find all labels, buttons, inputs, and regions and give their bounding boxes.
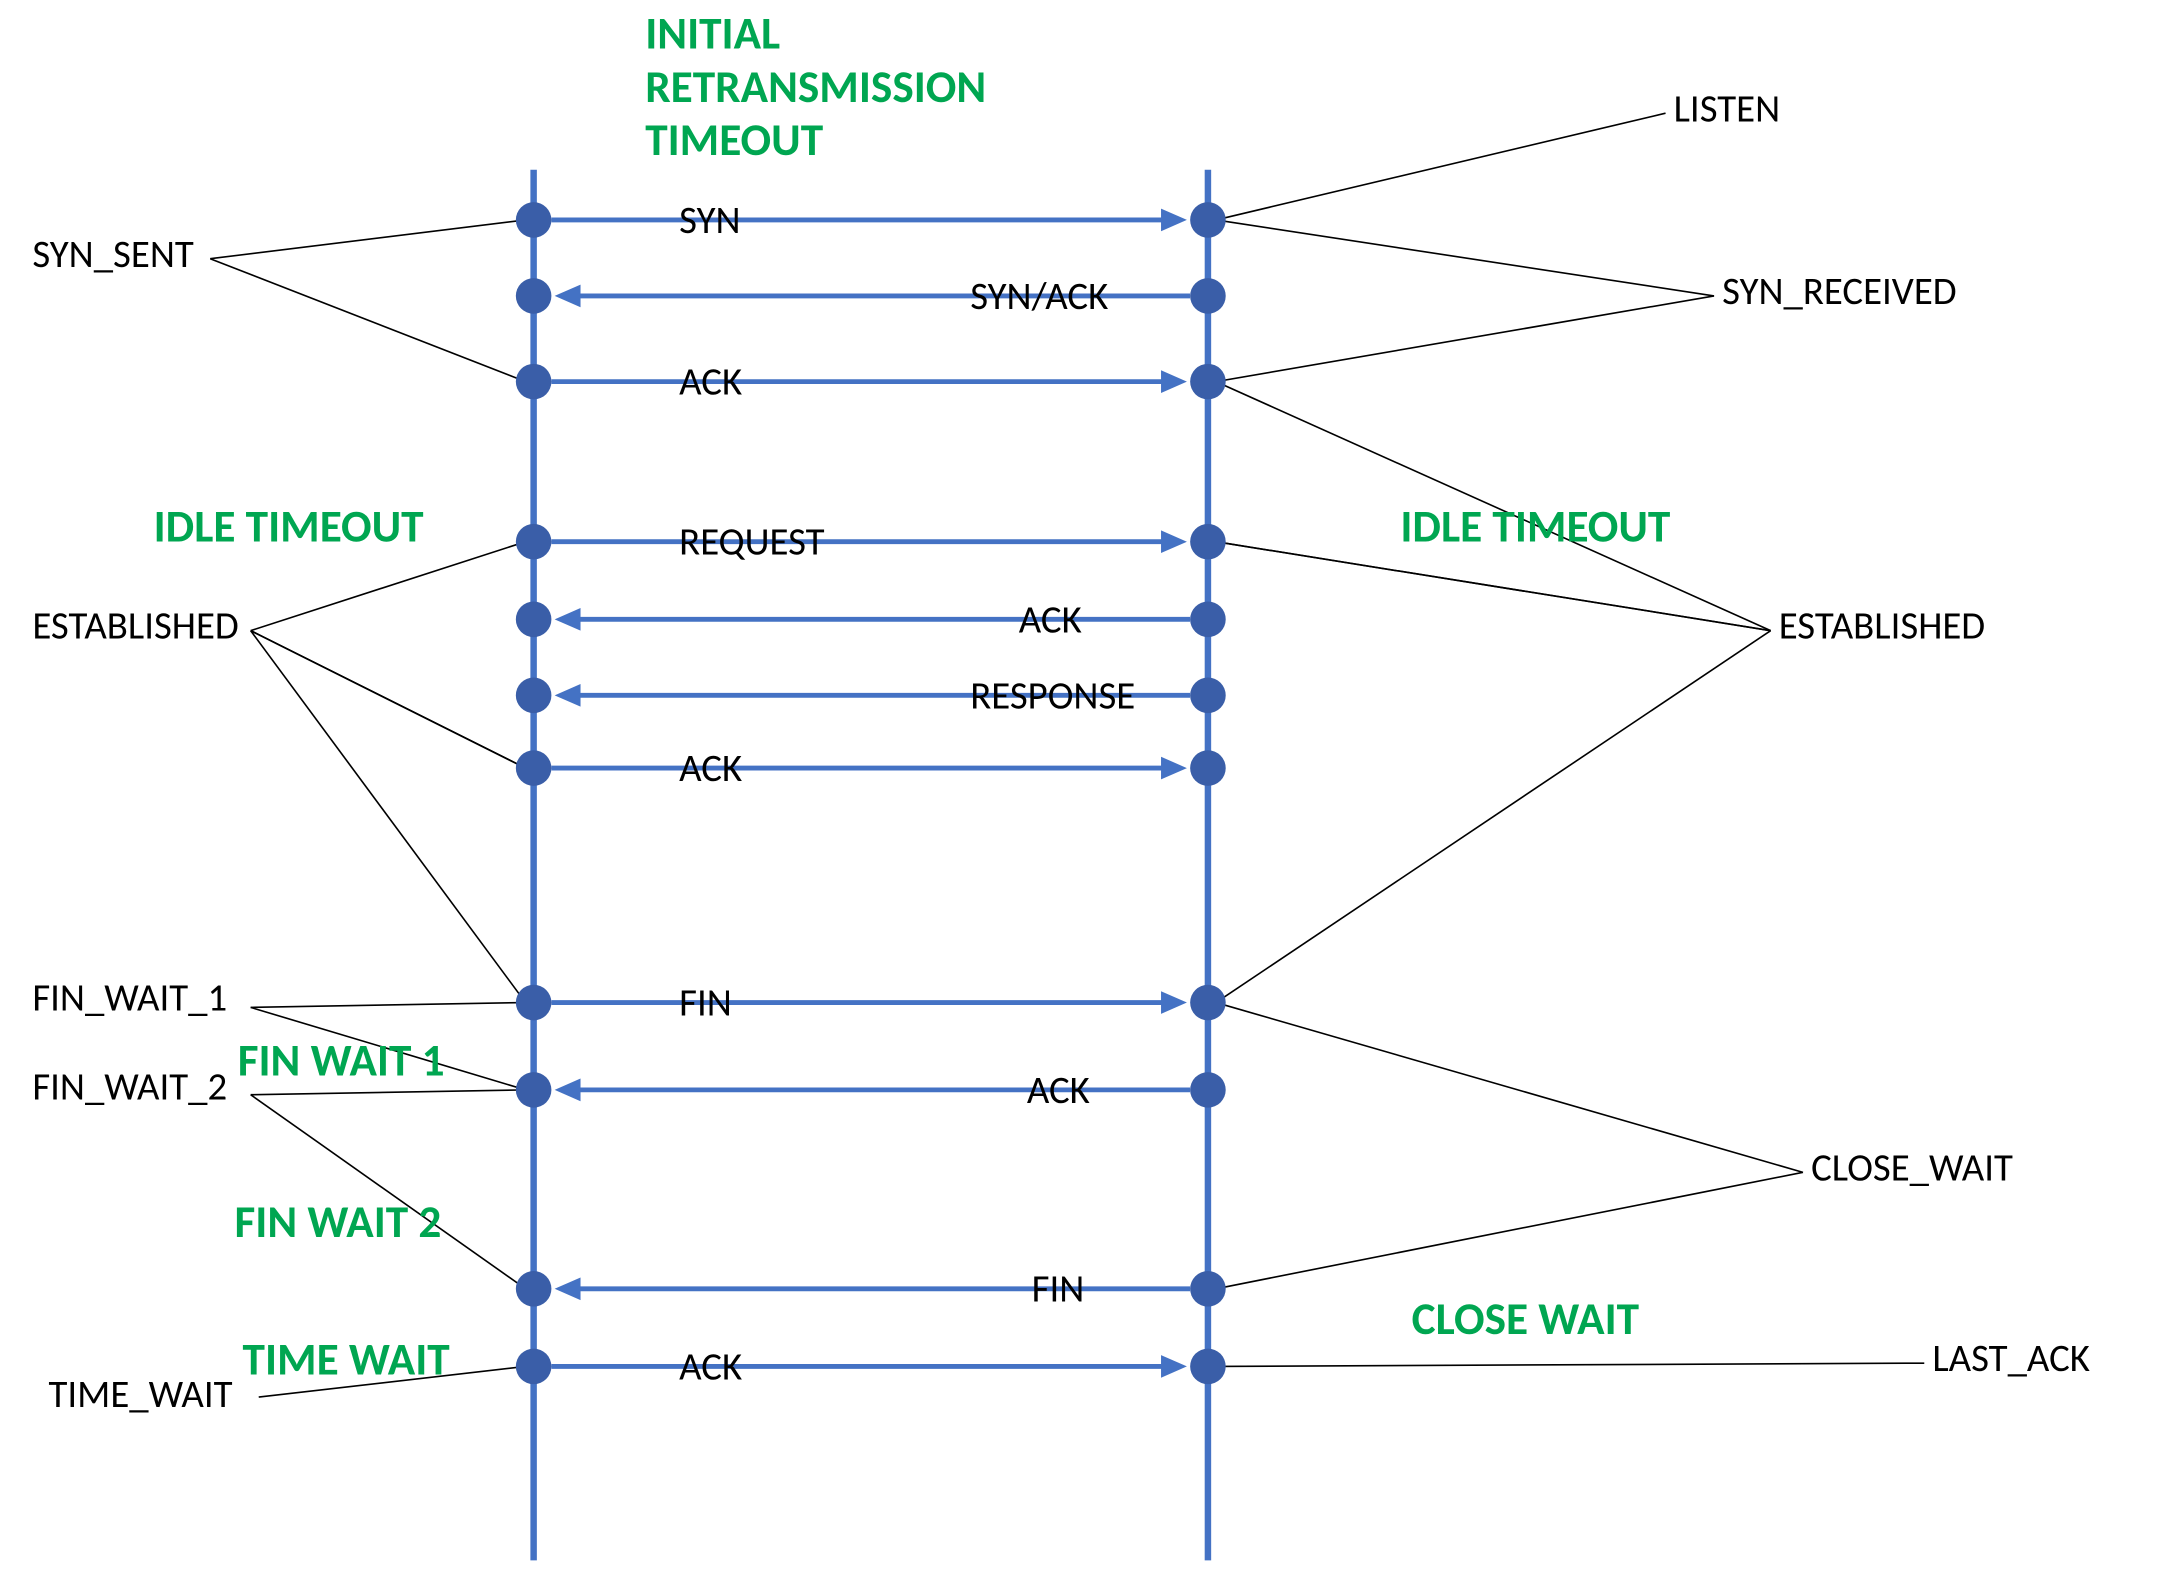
state-line-syn_sent-2 bbox=[210, 259, 525, 382]
arrow-head-ack3 bbox=[1161, 757, 1187, 780]
arrow-head-synack bbox=[555, 285, 581, 308]
state-line-established_l-4 bbox=[251, 631, 526, 1003]
dot-left-ack3 bbox=[516, 750, 552, 786]
state-fin_wait_2: FIN_WAIT_2 bbox=[32, 1064, 227, 1111]
message-labels: SYN SYN/ACK ACK REQUEST ACK RESPONSE ACK FIN ACK… bbox=[679, 197, 1135, 1390]
dot-right-request bbox=[1190, 524, 1226, 560]
state-line-listen-1 bbox=[1216, 113, 1666, 220]
message-ack2: ACK bbox=[1019, 596, 1082, 643]
dot-left-ack5 bbox=[516, 1349, 552, 1385]
state-line-established_r-4 bbox=[1216, 631, 1771, 1003]
state-syn_received: SYN_RECEIVED bbox=[1722, 268, 1957, 315]
arrow-head-fin1 bbox=[1161, 991, 1187, 1014]
state-line-syn_received-1 bbox=[1216, 220, 1714, 296]
message-syn: SYN bbox=[679, 197, 740, 244]
timeout-idle_timeout_l: IDLE TIMEOUT bbox=[154, 500, 425, 555]
dot-right-ack2 bbox=[1190, 602, 1226, 638]
state-time_wait: TIME_WAIT bbox=[49, 1371, 233, 1418]
state-line-syn_received-2 bbox=[1216, 296, 1714, 382]
timeout-time_wait_t: TIME WAIT bbox=[243, 1332, 451, 1387]
title-line-2: RETRANSMISSION bbox=[645, 60, 986, 115]
arrow-head-response bbox=[555, 684, 581, 707]
dot-left-synack bbox=[516, 278, 552, 314]
arrow-head-ack1 bbox=[1161, 370, 1187, 393]
arrow-head-fin2 bbox=[555, 1277, 581, 1300]
state-line-last_ack-1 bbox=[1216, 1363, 1924, 1366]
state-line-established_l-1 bbox=[251, 542, 526, 631]
message-ack3: ACK bbox=[679, 745, 742, 792]
dot-right-synack bbox=[1190, 278, 1226, 314]
message-ack1: ACK bbox=[679, 359, 742, 406]
dot-right-ack5 bbox=[1190, 1349, 1226, 1385]
arrow-head-ack2 bbox=[555, 608, 581, 631]
timeout-close_wait_t: CLOSE WAIT bbox=[1412, 1292, 1640, 1347]
arrow-head-request bbox=[1161, 530, 1187, 553]
state-established_l: ESTABLISHED bbox=[32, 603, 238, 650]
dot-left-request bbox=[516, 524, 552, 560]
state-line-fin_wait_2-2 bbox=[251, 1095, 526, 1289]
dot-right-ack1 bbox=[1190, 364, 1226, 400]
message-request: REQUEST bbox=[679, 519, 825, 566]
dot-left-ack2 bbox=[516, 602, 552, 638]
state-line-established_l-3 bbox=[251, 631, 526, 768]
dot-left-ack1 bbox=[516, 364, 552, 400]
dot-right-ack3 bbox=[1190, 750, 1226, 786]
arrow-head-ack5 bbox=[1161, 1355, 1187, 1378]
dot-left-ack4 bbox=[516, 1072, 552, 1108]
tcp-sequence-diagram: INITIAL RETRANSMISSION TIMEOUT SYN SYN/AC… bbox=[0, 0, 2183, 1585]
state-last_ack: LAST_ACK bbox=[1932, 1335, 2090, 1382]
title-line-1: INITIAL bbox=[645, 7, 780, 62]
message-synack: SYN/ACK bbox=[970, 273, 1108, 320]
timeout-labels: IDLE TIMEOUT IDLE TIMEOUT FIN WAIT 1 FIN WA… bbox=[154, 500, 1671, 1388]
title-line-3: TIMEOUT bbox=[645, 113, 824, 168]
timeout-idle_timeout_r: IDLE TIMEOUT bbox=[1400, 500, 1671, 555]
timeout-fin_wait_1_t: FIN WAIT 1 bbox=[238, 1033, 445, 1088]
dot-left-response bbox=[516, 678, 552, 714]
state-line-fin_wait_2-1 bbox=[251, 1090, 526, 1095]
dot-left-fin1 bbox=[516, 985, 552, 1021]
state-syn_sent: SYN_SENT bbox=[32, 231, 194, 278]
state-listen: LISTEN bbox=[1674, 85, 1781, 132]
state-line-close_wait-1 bbox=[1216, 1003, 1803, 1173]
message-fin1: FIN bbox=[679, 979, 732, 1026]
state-line-fin_wait_1-1 bbox=[251, 1003, 526, 1008]
arrows bbox=[551, 209, 1190, 1378]
message-response: RESPONSE bbox=[970, 672, 1135, 719]
arrow-head-ack4 bbox=[555, 1079, 581, 1102]
state-fin_wait_1: FIN_WAIT_1 bbox=[32, 975, 227, 1022]
state-line-established_r-3 bbox=[1216, 542, 1771, 631]
state-line-syn_sent-1 bbox=[210, 220, 525, 259]
dot-right-response bbox=[1190, 678, 1226, 714]
state-close_wait: CLOSE_WAIT bbox=[1811, 1144, 2013, 1191]
dot-left-syn bbox=[516, 202, 552, 238]
message-ack4: ACK bbox=[1027, 1067, 1090, 1114]
timeout-fin_wait_2_t: FIN WAIT 2 bbox=[234, 1195, 441, 1250]
dot-right-ack4 bbox=[1190, 1072, 1226, 1108]
state-line-close_wait-2 bbox=[1216, 1172, 1803, 1288]
dot-left-fin2 bbox=[516, 1271, 552, 1307]
state-established_r: ESTABLISHED bbox=[1779, 603, 1985, 650]
dot-right-fin1 bbox=[1190, 985, 1226, 1021]
dot-right-fin2 bbox=[1190, 1271, 1226, 1307]
message-fin2: FIN bbox=[1032, 1266, 1085, 1313]
message-ack5: ACK bbox=[679, 1343, 742, 1390]
dot-right-syn bbox=[1190, 202, 1226, 238]
arrow-head-syn bbox=[1161, 209, 1187, 232]
